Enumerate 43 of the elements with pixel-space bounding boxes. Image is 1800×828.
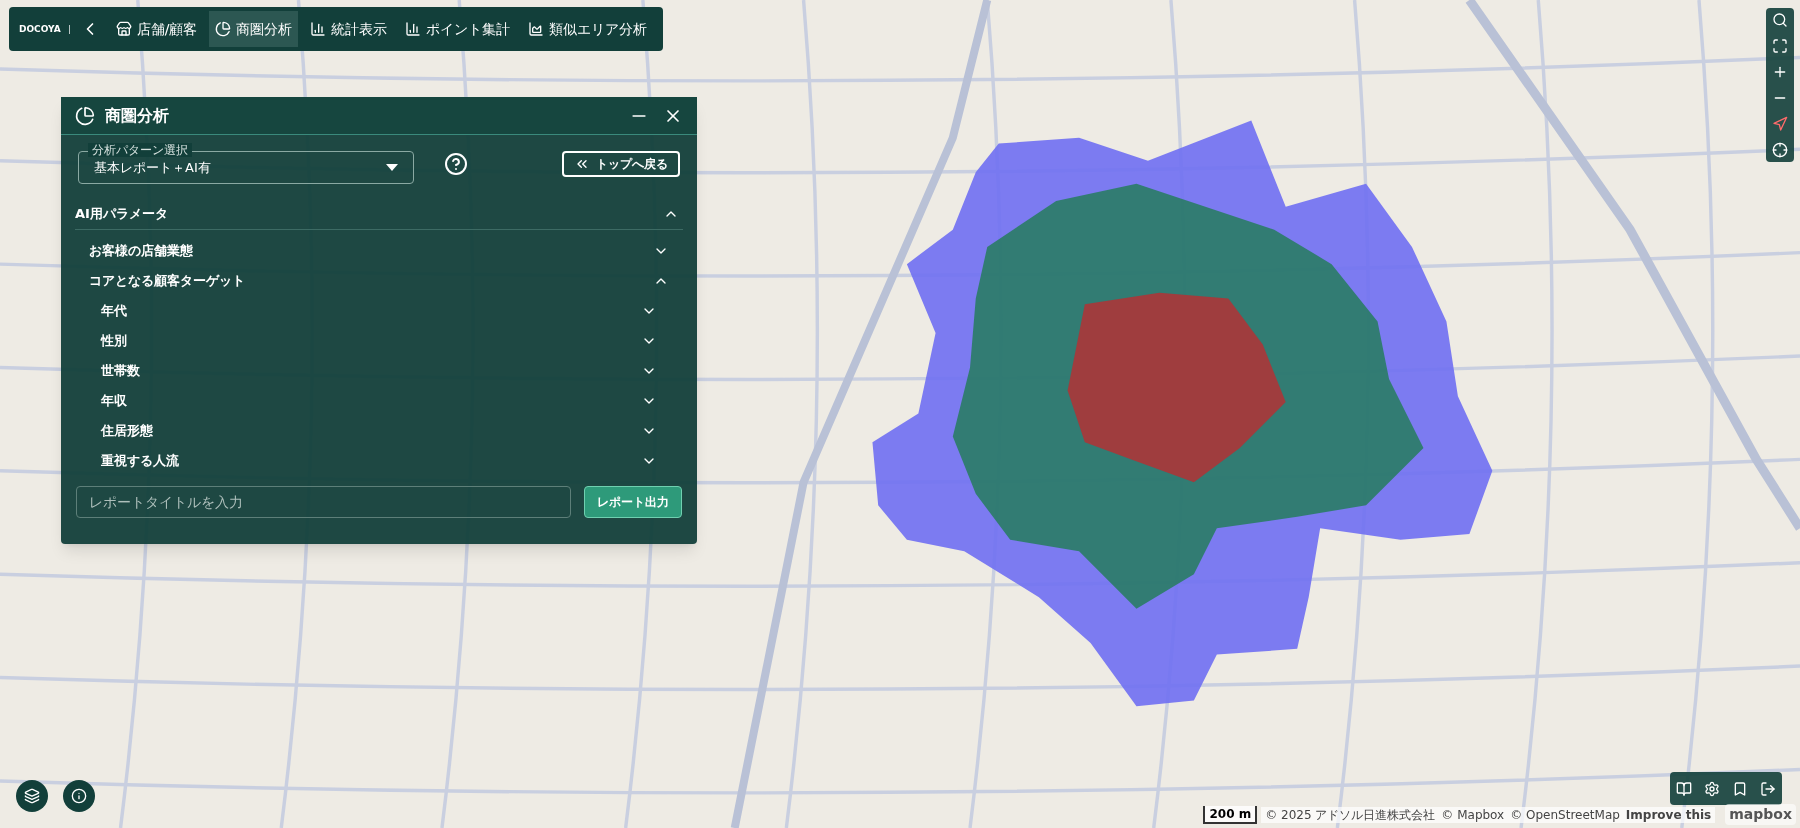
nav-tab[interactable]: 類似エリア分析 [522, 11, 654, 47]
compass-icon[interactable] [1772, 116, 1788, 132]
select-label: 分析パターン選択 [88, 143, 192, 157]
nav-tab[interactable]: 店舗/顧客 [109, 11, 204, 47]
parameter-label[interactable]: 重視する人流 [101, 451, 179, 471]
attribution-text: © Mapbox [1441, 806, 1505, 823]
pie-chart-icon [215, 21, 232, 37]
dropdown-caret-icon [386, 163, 398, 172]
parameter-label[interactable]: 性別 [101, 331, 127, 351]
attribution-text: © 2025 アドソル日進株式会社 [1265, 806, 1436, 823]
logout-icon[interactable] [1760, 780, 1776, 797]
nav-tab[interactable]: 統計表示 [304, 11, 394, 47]
back-to-top-button[interactable]: トップへ戻る [562, 150, 680, 177]
nav-tab[interactable]: ポイント集計 [399, 11, 517, 47]
layers-icon [24, 788, 40, 804]
parameter-label[interactable]: 年収 [101, 391, 127, 411]
info-icon [71, 788, 87, 804]
attribution-text[interactable]: Improve this [1625, 806, 1712, 823]
fullscreen-icon[interactable] [1772, 38, 1788, 54]
attribution-text: © OpenStreetMap [1510, 806, 1620, 823]
nav-tab[interactable]: 商圏分析 [209, 11, 299, 47]
store-icon [115, 21, 132, 37]
zoom-in-icon[interactable] [1772, 64, 1788, 80]
parameter-label[interactable]: コアとなる顧客ターゲット [89, 271, 245, 291]
section-title[interactable]: AI用パラメータ [75, 203, 168, 224]
settings-icon[interactable] [1704, 780, 1720, 797]
parameter-label[interactable]: 世帯数 [101, 361, 140, 381]
bar-chart-icon [310, 21, 327, 37]
parameter-label[interactable]: お客様の店舗業態 [89, 241, 193, 261]
bar-chart-icon [405, 21, 422, 37]
panel-title: 商圏分析 [105, 104, 169, 127]
parameter-label[interactable]: 住居形態 [101, 421, 153, 441]
search-icon[interactable] [1772, 12, 1788, 28]
help-icon[interactable] [444, 151, 468, 176]
book-icon[interactable] [1676, 780, 1692, 797]
pie-chart-icon [75, 105, 95, 126]
bookmark-icon[interactable] [1732, 780, 1748, 797]
map-logo: mapbox [1725, 804, 1796, 825]
area-chart-icon [528, 21, 545, 37]
report-title-field[interactable]: レポートタイトルを入力 [76, 486, 571, 518]
parameter-label[interactable]: 年代 [101, 301, 127, 321]
logo-text: DOCOYA [19, 24, 61, 34]
locate-icon[interactable] [1772, 142, 1788, 158]
